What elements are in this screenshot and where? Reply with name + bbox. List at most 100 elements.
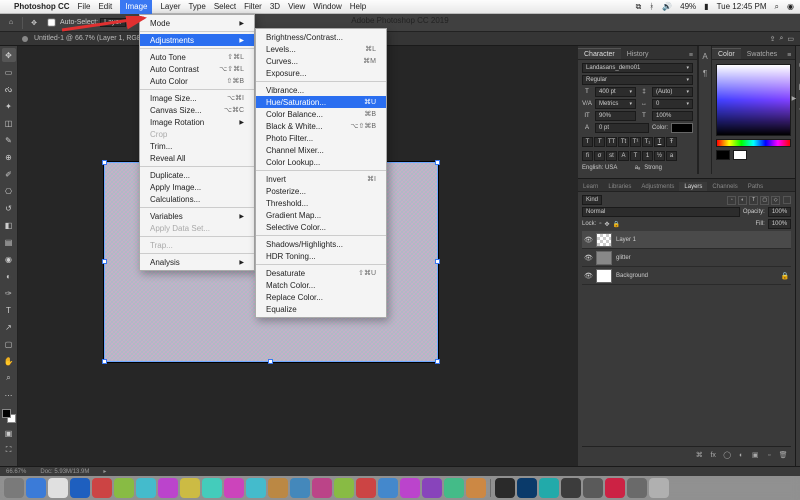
group-icon[interactable]: ▣ [750, 450, 760, 460]
menu-layer[interactable]: Layer [160, 2, 180, 11]
menu-item[interactable]: Exposure... [256, 67, 386, 79]
text-color-swatch[interactable] [671, 123, 693, 133]
workspace-icon[interactable]: ▭ [787, 35, 794, 43]
screenmode-tool[interactable]: ⛶ [2, 443, 16, 457]
strike-button[interactable]: Ŧ [666, 137, 677, 147]
menu-item[interactable]: Photo Filter... [256, 132, 386, 144]
menu-item[interactable]: Auto Color⇧⌘B [140, 75, 254, 87]
panel-menu-icon[interactable]: ≡ [783, 52, 795, 59]
visibility-icon[interactable]: 👁 [584, 254, 592, 262]
home-icon[interactable]: ⌂ [6, 18, 16, 28]
menu-item[interactable]: Shadows/Highlights... [256, 238, 386, 250]
menu-item[interactable]: Equalize [256, 303, 386, 315]
close-tab-icon[interactable] [22, 36, 28, 42]
tab-layers[interactable]: Layers [679, 182, 707, 191]
transform-handle[interactable] [102, 359, 107, 364]
menu-item[interactable]: Color Balance...⌘B [256, 108, 386, 120]
menu-3d[interactable]: 3D [270, 2, 280, 11]
dock-app-icon[interactable] [92, 478, 112, 498]
allcaps-button[interactable]: TT [606, 137, 617, 147]
menu-item[interactable]: Image Size...⌥⌘I [140, 92, 254, 104]
color-swatch[interactable] [2, 409, 16, 423]
italic-button[interactable]: T [594, 137, 605, 147]
doc-size-readout[interactable]: Doc: 5.93M/13.9M [40, 469, 89, 475]
menu-item[interactable]: Vibrance... [256, 84, 386, 96]
layer-row[interactable]: 👁 glitter [582, 249, 791, 267]
dock-app-icon[interactable] [583, 478, 603, 498]
menu-view[interactable]: View [288, 2, 305, 11]
shape-tool[interactable]: ▢ [2, 337, 16, 351]
clock[interactable]: Tue 12:45 PM [717, 2, 767, 11]
filter-toggle[interactable] [783, 196, 791, 204]
menu-file[interactable]: File [78, 2, 91, 11]
kerning-field[interactable]: Metrics [595, 99, 636, 109]
paragraph-panel-icon[interactable]: ¶ [703, 69, 707, 78]
menu-item[interactable]: Posterize... [256, 185, 386, 197]
brushes-panel-icon[interactable]: ✐ [796, 102, 800, 114]
menu-window[interactable]: Window [313, 2, 341, 11]
marquee-tool[interactable]: ▭ [2, 65, 16, 79]
menu-edit[interactable]: Edit [98, 2, 112, 11]
transform-handle[interactable] [435, 259, 440, 264]
color-field[interactable]: ▶ [716, 64, 791, 136]
menu-item[interactable]: Auto Tone⇧⌘L [140, 51, 254, 63]
search-doc-icon[interactable]: ⌕ [779, 35, 783, 43]
pen-tool[interactable]: ✑ [2, 286, 16, 300]
transform-handle[interactable] [435, 160, 440, 165]
brush-tool[interactable]: ✐ [2, 167, 16, 181]
history-brush-tool[interactable]: ↺ [2, 201, 16, 215]
dock-app-icon[interactable] [495, 478, 515, 498]
language-field[interactable]: English: USA [582, 165, 631, 171]
dock-app-icon[interactable] [26, 478, 46, 498]
link-layers-icon[interactable]: ⌘ [694, 450, 704, 460]
underline-button[interactable]: T [654, 137, 665, 147]
menu-type[interactable]: Type [188, 2, 205, 11]
dock-app-icon[interactable] [539, 478, 559, 498]
visibility-icon[interactable]: 👁 [584, 236, 592, 244]
eyedropper-tool[interactable]: ✎ [2, 133, 16, 147]
dock-app-icon[interactable] [627, 478, 647, 498]
dock-app-icon[interactable] [268, 478, 288, 498]
tab-color[interactable]: Color [712, 48, 741, 59]
dodge-tool[interactable]: ◐ [2, 269, 16, 283]
mask-icon[interactable]: ◯ [722, 450, 732, 460]
dock-app-icon[interactable] [202, 478, 222, 498]
vscale-field[interactable]: 90% [595, 111, 636, 121]
transform-handle[interactable] [268, 359, 273, 364]
menu-filter[interactable]: Filter [244, 2, 262, 11]
menu-select[interactable]: Select [214, 2, 236, 11]
tab-learn[interactable]: Learn [578, 182, 603, 191]
fill-field[interactable]: 100% [768, 219, 791, 229]
dock-app-icon[interactable] [180, 478, 200, 498]
menu-image[interactable]: Image [120, 0, 152, 14]
menu-item[interactable]: Color Lookup... [256, 156, 386, 168]
visibility-icon[interactable]: 👁 [584, 272, 592, 280]
type-panel-icon[interactable]: A [702, 52, 707, 61]
document-tab[interactable]: Untitled-1 @ 66.7% (Layer 1, RGB/8) [34, 35, 150, 42]
transform-handle[interactable] [435, 359, 440, 364]
menu-item[interactable]: Image Rotation [140, 116, 254, 128]
font-family-field[interactable]: Landasans_demo01 [582, 63, 693, 73]
dock-app-icon[interactable] [400, 478, 420, 498]
layer-name[interactable]: Layer 1 [616, 237, 636, 243]
bold-button[interactable]: T [582, 137, 593, 147]
layer-filter-kind[interactable]: Kind [582, 195, 602, 205]
menu-item[interactable]: Selective Color... [256, 221, 386, 233]
leading-field[interactable]: (Auto) [652, 87, 693, 97]
dock-app-icon[interactable] [466, 478, 486, 498]
dock-app-icon[interactable] [444, 478, 464, 498]
dock-app-icon[interactable] [290, 478, 310, 498]
font-size-field[interactable]: 400 pt [595, 87, 636, 97]
auto-select-control[interactable]: Auto-Select: Layer [45, 16, 126, 29]
menu-item[interactable]: Levels...⌘L [256, 43, 386, 55]
dock-app-icon[interactable] [334, 478, 354, 498]
menu-item[interactable]: Desaturate⇧⌘U [256, 267, 386, 279]
menu-item[interactable]: Invert⌘I [256, 173, 386, 185]
layer-thumbnail[interactable] [596, 251, 612, 265]
type-tool[interactable]: T [2, 303, 16, 317]
dock-app-icon[interactable] [4, 478, 24, 498]
opacity-field[interactable]: 100% [768, 207, 791, 217]
quickmask-tool[interactable]: ▣ [2, 426, 16, 440]
menu-item[interactable]: Analysis [140, 256, 254, 268]
subscript-button[interactable]: T₁ [642, 137, 653, 147]
